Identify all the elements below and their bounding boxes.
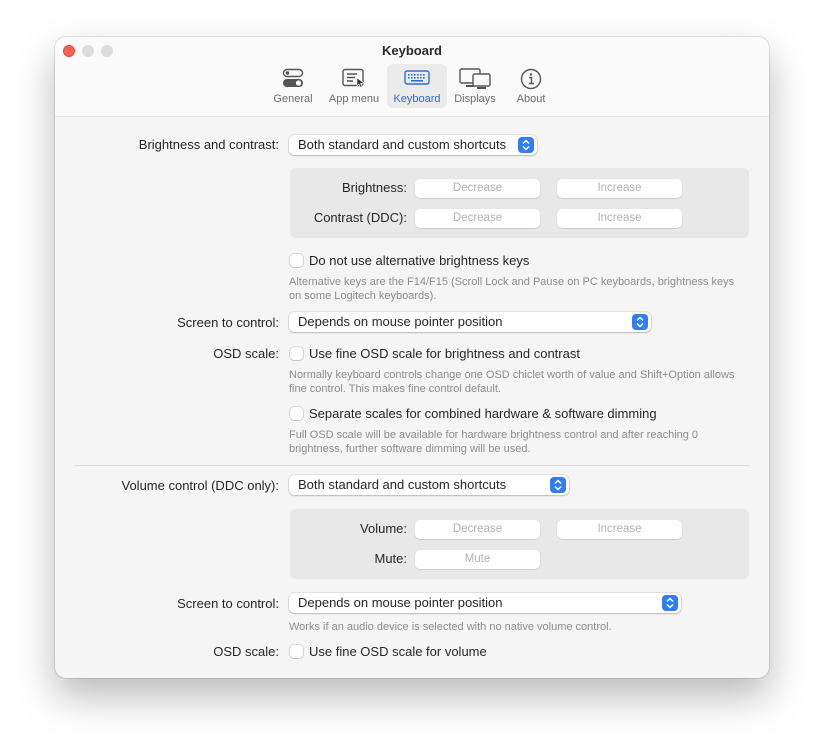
keyboard-settings-window: Keyboard General App menu Keyboard Displ… — [55, 37, 769, 678]
tab-app-menu[interactable]: App menu — [323, 64, 385, 108]
volume-decrease-recorder[interactable]: Decrease — [415, 520, 540, 539]
alt-brightness-keys-hint: Alternative keys are the F14/F15 (Scroll… — [289, 276, 735, 302]
volume-osd-label: OSD scale: — [213, 644, 279, 659]
chevron-updown-icon — [632, 314, 648, 330]
toolbar: Keyboard General App menu Keyboard Displ… — [55, 37, 769, 117]
tab-displays[interactable]: Displays — [450, 64, 500, 108]
volume-shortcut-label: Volume: — [360, 521, 407, 536]
alt-brightness-keys-label: Do not use alternative brightness keys — [309, 253, 530, 268]
tab-about[interactable]: About — [507, 64, 555, 108]
volume-shortcuts-panel: Volume: Decrease Increase Mute: Mute — [290, 509, 749, 579]
alt-brightness-keys-checkbox[interactable] — [290, 254, 303, 267]
volume-screen-label: Screen to control: — [177, 596, 279, 611]
keyboard-icon — [404, 68, 430, 91]
contrast-decrease-recorder[interactable]: Decrease — [415, 209, 540, 228]
contrast-increase-recorder[interactable]: Increase — [557, 209, 682, 228]
brightness-screen-label: Screen to control: — [177, 315, 279, 330]
brightness-increase-recorder[interactable]: Increase — [557, 179, 682, 198]
brightness-osd-label: OSD scale: — [213, 346, 279, 361]
menu-cursor-icon — [342, 68, 366, 93]
section-divider — [75, 465, 749, 466]
brightness-screen-popup[interactable]: Depends on mouse pointer position — [289, 312, 651, 332]
chevron-updown-icon — [518, 137, 534, 153]
toggles-icon — [282, 68, 304, 93]
volume-mode-popup[interactable]: Both standard and custom shortcuts — [289, 475, 569, 495]
brightness-mode-popup[interactable]: Both standard and custom shortcuts — [289, 135, 537, 155]
brightness-shortcut-label: Brightness: — [341, 180, 407, 195]
fine-osd-brightness-checkbox[interactable] — [290, 347, 303, 360]
window-title: Keyboard — [382, 43, 442, 58]
separate-scales-hint: Full OSD scale will be available for har… — [289, 429, 699, 455]
volume-control-label: Volume control (DDC only): — [121, 478, 280, 493]
fine-osd-volume-label: Use fine OSD scale for volume — [309, 644, 487, 659]
separate-scales-label: Separate scales for combined hardware & … — [309, 406, 657, 421]
volume-screen-hint: Works if an audio device is selected wit… — [289, 621, 612, 633]
tab-keyboard[interactable]: Keyboard — [387, 64, 447, 108]
brightness-shortcuts-panel: Brightness: Decrease Increase Contrast (… — [290, 168, 749, 238]
separate-scales-checkbox[interactable] — [290, 407, 303, 420]
chevron-updown-icon — [662, 595, 678, 611]
volume-increase-recorder[interactable]: Increase — [557, 520, 682, 539]
mute-recorder[interactable]: Mute — [415, 550, 540, 569]
chevron-updown-icon — [550, 477, 566, 493]
brightness-contrast-label: Brightness and contrast: — [138, 137, 279, 152]
info-icon — [520, 68, 542, 95]
tab-general[interactable]: General — [268, 64, 318, 108]
displays-icon — [459, 68, 491, 95]
fine-osd-volume-checkbox[interactable] — [290, 645, 303, 658]
mute-shortcut-label: Mute: — [374, 551, 407, 566]
fine-osd-brightness-hint: Normally keyboard controls change one OS… — [289, 369, 735, 395]
fine-osd-brightness-label: Use fine OSD scale for brightness and co… — [309, 346, 580, 361]
volume-screen-popup[interactable]: Depends on mouse pointer position — [289, 593, 681, 613]
brightness-decrease-recorder[interactable]: Decrease — [415, 179, 540, 198]
contrast-shortcut-label: Contrast (DDC): — [313, 210, 407, 225]
